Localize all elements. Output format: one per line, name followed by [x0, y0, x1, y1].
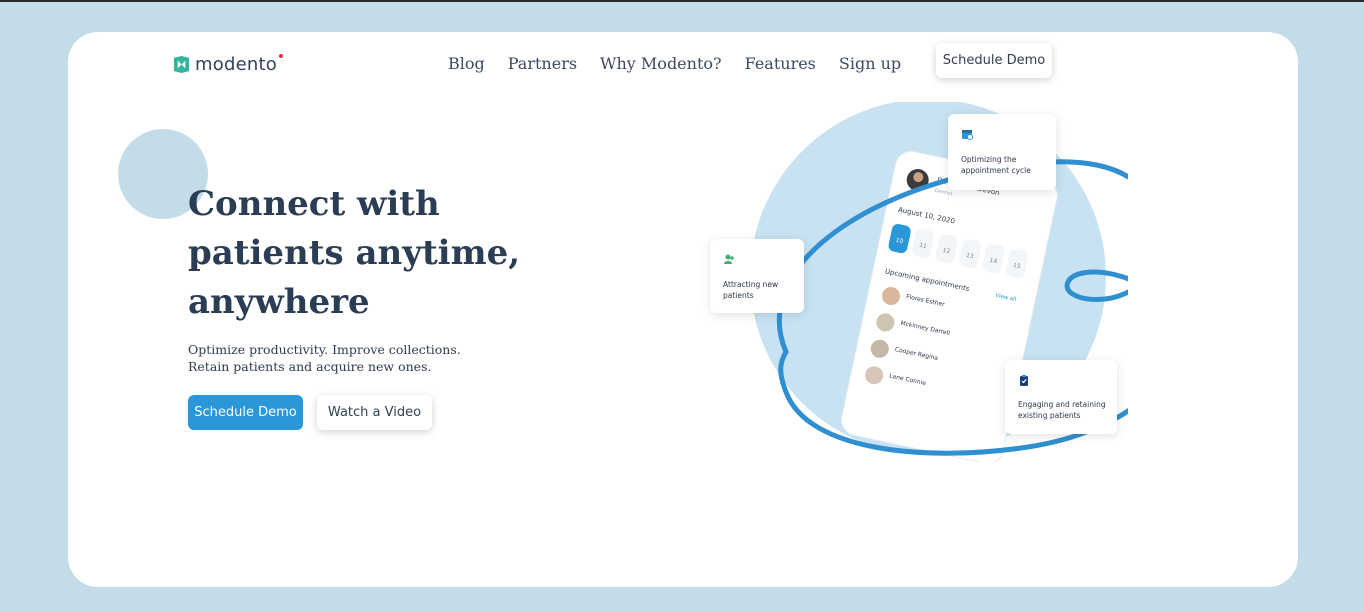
- hero-subtitle-line1: Optimize productivity. Improve collectio…: [188, 342, 461, 357]
- card-attracting: Attracting new patients: [710, 239, 804, 313]
- nav-item-why-modento[interactable]: Why Modento?: [600, 52, 722, 76]
- card-optimizing: Optimizing the appointment cycle: [948, 114, 1056, 190]
- hero-subtitle: Optimize productivity. Improve collectio…: [188, 341, 488, 375]
- brand-dot: [278, 53, 283, 58]
- brand-logo[interactable]: modento: [172, 53, 283, 75]
- modento-logo-icon: [173, 55, 190, 74]
- nav-item-features[interactable]: Features: [745, 52, 816, 76]
- card-engaging-text: Engaging and retaining existing patients: [1018, 400, 1106, 420]
- nav-item-partners[interactable]: Partners: [508, 52, 577, 76]
- hero-illustration: Dr. Howard Devon Dentist August 10, 2020…: [708, 102, 1128, 462]
- brand-name: modento: [195, 54, 277, 75]
- main-nav: Blog Partners Why Modento? Features Sign…: [448, 52, 924, 76]
- card-engaging: Engaging and retaining existing patients: [1005, 360, 1117, 434]
- hero-subtitle-line2: Retain patients and acquire new ones.: [188, 359, 432, 374]
- window-top-border: [0, 0, 1364, 2]
- schedule-demo-button[interactable]: Schedule Demo: [188, 395, 303, 430]
- nav-schedule-demo-button[interactable]: Schedule Demo: [936, 43, 1052, 78]
- calendar-icon: [962, 130, 973, 140]
- card-attracting-text: Attracting new patients: [723, 280, 779, 300]
- watch-video-button[interactable]: Watch a Video: [317, 395, 432, 430]
- nav-item-sign-up[interactable]: Sign up: [839, 52, 901, 76]
- clipboard-icon: [1020, 375, 1028, 386]
- hero-title: Connect with patients anytime, anywhere: [188, 184, 521, 322]
- card-optimizing-text: Optimizing the appointment cycle: [961, 155, 1031, 175]
- nav-item-blog[interactable]: Blog: [448, 52, 485, 76]
- add-user-icon: [724, 254, 734, 264]
- landing-card: modento Blog Partners Why Modento? Featu…: [68, 32, 1298, 587]
